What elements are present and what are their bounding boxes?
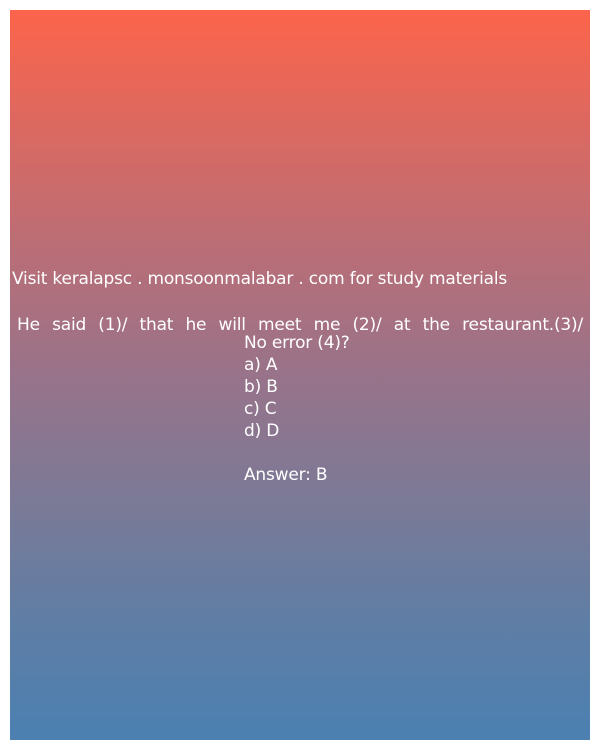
option-b: b) B [244,377,278,397]
answer-text: Answer: B [244,465,328,485]
question-body: No error (4)? a) A b) B c) C d) D Answer… [244,332,350,486]
question-card: Visit keralapsc . monsoonmalabar . com f… [10,10,590,740]
option-d: d) D [244,421,280,441]
option-c: c) C [244,399,277,419]
option-a: a) A [244,355,278,375]
question-line-2: No error (4)? [244,333,350,353]
promo-text: Visit keralapsc . monsoonmalabar . com f… [12,269,508,289]
